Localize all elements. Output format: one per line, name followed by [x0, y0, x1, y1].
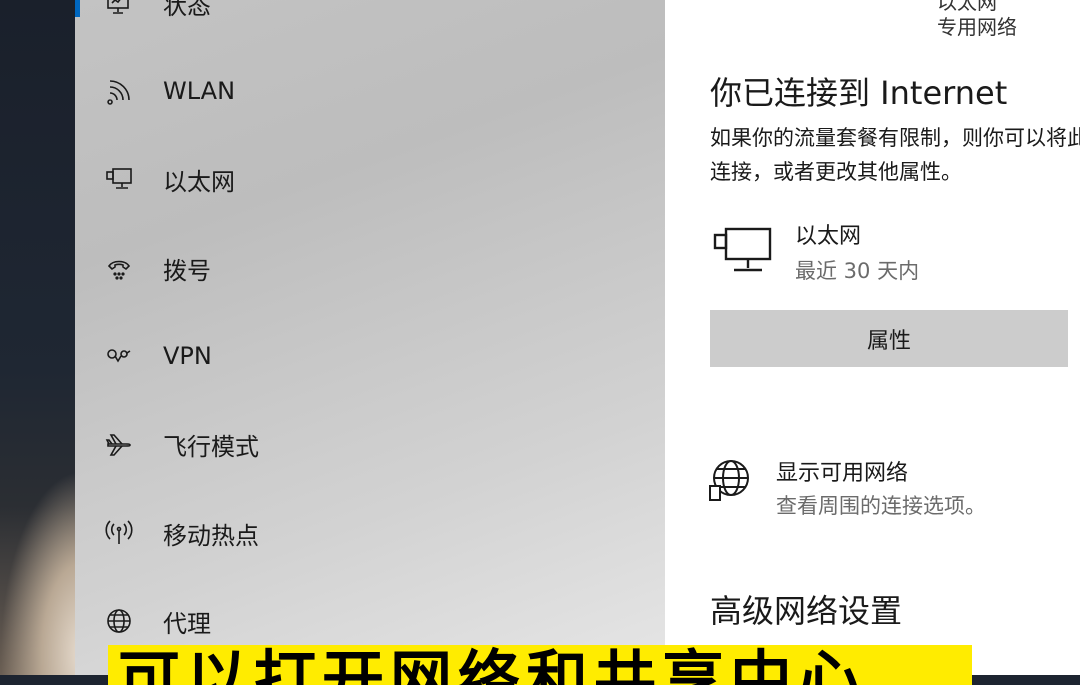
vpn-icon: [103, 340, 135, 372]
wifi-icon: [103, 75, 135, 107]
nav-item-mobile-hotspot[interactable]: 移动热点: [75, 503, 665, 563]
network-status-panel: 以太网 专用网络 你已连接到 Internet 如果你的流量套餐有限制，则你可以…: [665, 0, 1080, 675]
video-caption-banner: 可以打开网络和共享中心: [108, 645, 972, 685]
desktop-background: [0, 0, 75, 675]
show-networks-subtitle: 查看周围的连接选项。: [776, 494, 986, 518]
hotspot-icon: [103, 517, 135, 549]
nav-item-proxy[interactable]: 代理: [75, 591, 665, 651]
nav-item-ethernet[interactable]: 以太网: [75, 149, 665, 209]
advanced-settings-heading: 高级网络设置: [710, 592, 903, 630]
monitor-status-icon: [103, 0, 135, 19]
metered-description: 如果你的流量套餐有限制，则你可以将此网络设置为按流量计费的 连接，或者更改其他属…: [710, 121, 1080, 189]
nav-item-dialup[interactable]: 拨号: [75, 238, 665, 298]
ethernet-adapter-icon: [713, 227, 772, 272]
nav-item-status[interactable]: 状态: [75, 0, 665, 33]
nav-label: 状态: [163, 0, 211, 20]
nav-label: 飞行模式: [163, 432, 259, 461]
adapter-name: 以太网: [795, 224, 862, 249]
globe-icon: [103, 605, 135, 637]
adapter-usage: 最近 30 天内: [795, 259, 920, 283]
nav-label: VPN: [163, 342, 212, 370]
nav-item-vpn[interactable]: VPN: [75, 326, 665, 386]
show-networks-link[interactable]: 显示可用网络: [776, 455, 908, 487]
nav-label: 移动热点: [163, 521, 259, 550]
dialup-icon: [103, 252, 135, 284]
video-caption-text: 可以打开网络和共享中心: [118, 645, 867, 685]
properties-button[interactable]: 属性: [710, 310, 1068, 367]
ethernet-icon: [103, 163, 135, 195]
connected-heading: 你已连接到 Internet: [710, 74, 1008, 112]
airplane-icon: [103, 428, 135, 460]
nav-item-airplane-mode[interactable]: 飞行模式: [75, 414, 665, 474]
metered-description-line: 如果你的流量套餐有限制，则你可以将此网络设置为按流量计费的: [710, 126, 1080, 150]
settings-nav-pane: 状态 WLAN 以太网 拨号 VPN 飞行模式 移动热点 代理: [75, 0, 665, 675]
nav-label: 代理: [163, 609, 211, 638]
nav-label: 以太网: [163, 167, 235, 196]
nav-item-wlan[interactable]: WLAN: [75, 61, 665, 121]
show-networks-globe-icon: [709, 460, 749, 501]
metered-description-line: 连接，或者更改其他属性。: [710, 160, 962, 184]
network-type: 专用网络: [937, 15, 1017, 39]
nav-label: WLAN: [163, 77, 236, 105]
nav-label: 拨号: [163, 256, 211, 285]
